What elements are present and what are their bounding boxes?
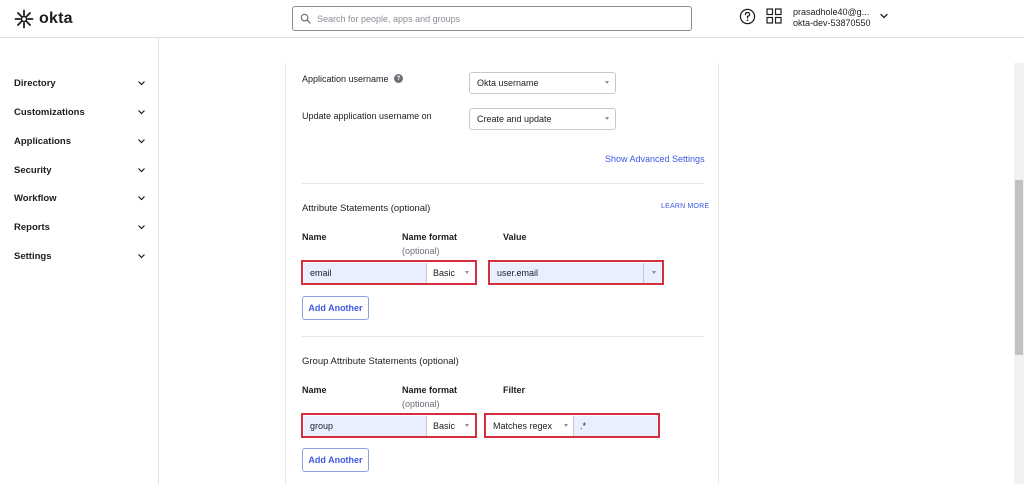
attribute-format-value: Basic [433, 268, 456, 278]
sidebar: Directory Customizations Applications Se… [0, 38, 159, 484]
sidebar-item-label: Directory [14, 77, 56, 89]
caret-down-icon [564, 424, 568, 427]
group-attribute-statements-title: Group Attribute Statements (optional) [302, 356, 459, 367]
update-username-select[interactable]: Create and update [469, 108, 616, 130]
group-format-select[interactable]: Basic [426, 416, 474, 436]
search-icon [300, 13, 311, 24]
app-settings-panel: Application username ? Okta username Upd… [285, 63, 719, 484]
chevron-down-icon [138, 168, 145, 173]
attribute-name-input[interactable]: email [304, 263, 426, 283]
app-username-label: Application username [302, 74, 389, 84]
group-filter-input[interactable]: .* [573, 416, 657, 436]
sidebar-item-security[interactable]: Security [14, 163, 146, 177]
show-advanced-settings-link[interactable]: Show Advanced Settings [605, 154, 705, 164]
group-format-value: Basic [433, 421, 456, 431]
global-search-input[interactable]: Search for people, apps and groups [292, 6, 692, 31]
attribute-statements-title: Attribute Statements (optional) [302, 203, 431, 214]
sidebar-item-workflow[interactable]: Workflow [14, 191, 146, 205]
search-placeholder: Search for people, apps and groups [317, 13, 461, 24]
col-name-format-header: Name format [402, 232, 458, 242]
caret-down-icon [652, 271, 656, 274]
chevron-down-icon [138, 196, 145, 201]
caret-down-icon [465, 271, 469, 274]
apps-grid-icon[interactable] [766, 8, 782, 24]
user-menu[interactable]: prasadhole40@g... okta-dev-53870550 [793, 7, 871, 29]
sidebar-item-label: Security [14, 164, 52, 176]
group-filter-group: Matches regex .* [484, 413, 660, 438]
col-name-header: Name [302, 385, 327, 395]
group-name-input[interactable]: group [304, 416, 426, 436]
chevron-down-icon [138, 139, 145, 144]
attribute-value-select[interactable]: user.email [491, 263, 661, 283]
add-another-attribute-button[interactable]: Add Another [302, 296, 369, 320]
add-another-group-button[interactable]: Add Another [302, 448, 369, 472]
chevron-down-icon[interactable] [879, 12, 889, 20]
sidebar-item-applications[interactable]: Applications [14, 134, 146, 148]
col-name-header: Name [302, 232, 327, 242]
col-name-format-optional: (optional) [402, 399, 440, 409]
sidebar-item-label: Workflow [14, 192, 57, 204]
add-another-label: Add Another [308, 303, 363, 313]
learn-more-link[interactable]: LEARN MORE [661, 203, 709, 210]
info-icon[interactable]: ? [394, 74, 403, 83]
page-scrollbar-thumb[interactable] [1015, 180, 1023, 355]
col-filter-header: Filter [503, 385, 526, 395]
group-filter-value: .* [580, 421, 587, 431]
sidebar-item-label: Customizations [14, 106, 85, 118]
okta-logo[interactable]: okta [14, 9, 73, 29]
user-email: prasadhole40@g... [793, 7, 870, 17]
sidebar-item-label: Applications [14, 135, 72, 147]
brand-name: okta [39, 10, 73, 27]
caret-down-icon [605, 117, 609, 120]
divider [302, 336, 704, 337]
update-username-value: Create and update [477, 114, 552, 124]
user-org: okta-dev-53870550 [793, 18, 871, 28]
group-name-group: group Basic [301, 413, 477, 438]
attribute-name-value: email [310, 268, 332, 278]
attribute-value-text: user.email [497, 268, 539, 278]
attribute-name-group: email Basic [301, 260, 477, 285]
sidebar-item-directory[interactable]: Directory [14, 76, 146, 90]
update-username-label: Update application username on [302, 111, 432, 121]
group-filter-type-select[interactable]: Matches regex [487, 416, 573, 436]
sidebar-item-customizations[interactable]: Customizations [14, 105, 146, 119]
group-filter-type-value: Matches regex [493, 421, 553, 431]
group-name-value: group [310, 421, 334, 431]
app-username-select[interactable]: Okta username [469, 72, 616, 94]
attribute-format-select[interactable]: Basic [426, 263, 474, 283]
app-username-value: Okta username [477, 78, 539, 88]
attribute-value-group: user.email [488, 260, 664, 285]
select-separator [643, 263, 644, 283]
chevron-down-icon [138, 81, 145, 86]
caret-down-icon [605, 81, 609, 84]
add-another-label: Add Another [308, 455, 363, 465]
divider [302, 183, 704, 184]
sidebar-item-label: Settings [14, 250, 52, 262]
col-value-header: Value [503, 232, 527, 242]
top-header: okta Search for people, apps and groups … [0, 0, 1024, 38]
chevron-down-icon [138, 110, 145, 115]
okta-sunburst-icon [14, 9, 34, 29]
chevron-down-icon [138, 225, 145, 230]
col-name-format-header: Name format [402, 385, 458, 395]
sidebar-item-reports[interactable]: Reports [14, 220, 146, 234]
chevron-down-icon [138, 254, 145, 259]
caret-down-icon [465, 424, 469, 427]
help-icon[interactable] [739, 8, 756, 25]
sidebar-item-settings[interactable]: Settings [14, 249, 146, 263]
col-name-format-optional: (optional) [402, 246, 440, 256]
sidebar-item-label: Reports [14, 221, 50, 233]
